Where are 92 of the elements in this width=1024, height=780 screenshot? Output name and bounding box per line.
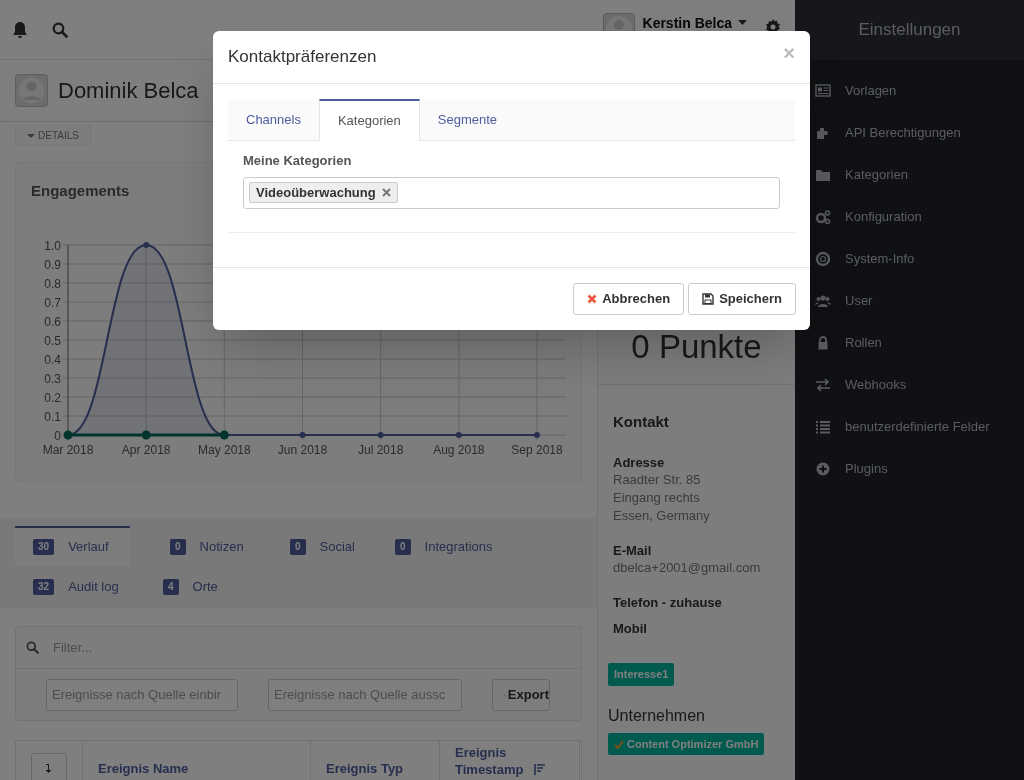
close-icon: [587, 293, 598, 304]
sidebar-item[interactable]: Konfiguration: [795, 196, 1024, 238]
bell-icon[interactable]: [12, 20, 28, 39]
cancel-button[interactable]: Abbrechen: [573, 282, 685, 315]
y-tick-label: 0.7: [44, 296, 61, 310]
save-button[interactable]: Speichern: [688, 282, 796, 315]
count-badge: 0: [395, 539, 411, 555]
checkmark-icon: [614, 739, 624, 749]
puzzle-icon: [815, 125, 831, 141]
card-title: Engagements: [31, 182, 130, 199]
field-label: Mobil: [613, 621, 648, 637]
section-title: Kontakt: [613, 411, 670, 432]
section-title: Unternehmen: [607, 705, 706, 726]
tab[interactable]: 4 Orte: [145, 566, 236, 606]
modal-title: Kontaktpräferenzen: [228, 46, 377, 69]
sidebar-item[interactable]: benutzerdefinierte Felder: [795, 406, 1024, 448]
category-select-field[interactable]: Videoüberwachung: [243, 176, 780, 209]
column-header[interactable]: Ereignis Timestamp: [455, 744, 530, 778]
y-tick-label: 0.3: [44, 372, 61, 386]
sidebar-title: Einstellungen: [858, 19, 961, 42]
count-badge: 0: [290, 539, 306, 555]
user-menu[interactable]: Kerstin Belca: [642, 15, 747, 44]
field-label: Meine Kategorien: [243, 152, 353, 170]
x-tick-label: Mar 2018: [42, 443, 94, 457]
tab[interactable]: 32 Audit log: [15, 566, 145, 606]
y-tick-label: 1.0: [44, 239, 61, 253]
lifebuoy-icon: [815, 251, 831, 267]
y-tick-label: 0.2: [44, 391, 61, 405]
x-tick-label: Sep 2018: [511, 443, 563, 457]
field-value: Eingang rechts: [613, 489, 701, 507]
sidebar-item[interactable]: Webhooks: [795, 364, 1024, 406]
company-badge: Content Optimizer GmbH: [608, 732, 765, 756]
column-header[interactable]: Ereignis Typ: [326, 761, 404, 776]
tab[interactable]: 0 Integrations: [377, 526, 517, 566]
tab[interactable]: Channels: [228, 99, 319, 140]
y-tick-label: 0.8: [44, 277, 61, 291]
sidebar-item[interactable]: Plugins: [795, 448, 1024, 490]
field-value: Raadter Str. 85: [613, 471, 702, 489]
sidebar-item[interactable]: API Berechtigungen: [795, 112, 1024, 154]
list-icon: [815, 419, 831, 435]
x-tick-label: Aug 2018: [433, 443, 485, 457]
count-badge: 32: [33, 579, 55, 595]
search-icon[interactable]: [52, 21, 68, 38]
column-header[interactable]: Ereignis Name: [98, 761, 189, 776]
users-icon: [815, 293, 831, 309]
arrow-down-icon: [45, 763, 53, 773]
tab[interactable]: Segmente: [419, 99, 516, 140]
sidebar-item[interactable]: Kategorien: [795, 154, 1024, 196]
plus-circle-icon: [815, 461, 831, 477]
remove-icon[interactable]: [381, 188, 391, 197]
sidebar-item[interactable]: Vorlagen: [795, 70, 1024, 112]
count-badge: 30: [33, 539, 55, 555]
tab[interactable]: 30 Verlauf: [15, 526, 130, 566]
tab[interactable]: 0 Notizen: [152, 526, 272, 566]
y-tick-label: 0.4: [44, 353, 61, 367]
sidebar-item[interactable]: Rollen: [795, 322, 1024, 364]
count-badge: 0: [170, 539, 186, 555]
cogs-icon: [815, 209, 831, 225]
sidebar-item[interactable]: User: [795, 280, 1024, 322]
x-tick-label: Jun 2018: [277, 443, 328, 457]
sort-toggle-button[interactable]: [31, 753, 67, 780]
tag-badge: Interesse1: [608, 663, 675, 686]
caret-icon: [27, 133, 36, 138]
sidebar-item[interactable]: System-Info: [795, 238, 1024, 280]
contact-name: Dominik Belca: [58, 77, 199, 105]
x-tick-label: May 2018: [198, 443, 251, 457]
field-value: Essen, Germany: [613, 507, 711, 525]
sort-icon: [534, 764, 545, 775]
x-tick-label: Apr 2018: [121, 443, 171, 457]
x-tick-label: Jul 2018: [358, 443, 404, 457]
count-badge: 4: [163, 579, 179, 595]
field-label: E-Mail: [613, 543, 653, 559]
field-value: dbelca+2001@gmail.com: [613, 559, 762, 577]
y-tick-label: 0.1: [44, 410, 61, 424]
export-button[interactable]: Export: [492, 678, 550, 711]
y-tick-label: 0.6: [44, 315, 61, 329]
y-tick-label: 0: [54, 429, 61, 443]
tab[interactable]: 0 Social: [272, 526, 377, 566]
exchange-icon: [815, 377, 831, 393]
field-label: Adresse: [613, 455, 666, 471]
contact-avatar-icon: [15, 74, 48, 107]
y-tick-label: 0.9: [44, 258, 61, 272]
newspaper-icon: [815, 83, 831, 99]
field-label: Telefon - zuhause: [613, 595, 723, 611]
tab[interactable]: Kategorien: [318, 99, 420, 141]
search-icon: [26, 641, 39, 654]
folder-icon: [815, 167, 831, 183]
details-button[interactable]: DETAILS: [15, 125, 91, 146]
y-tick-label: 0.5: [44, 334, 61, 348]
category-tag[interactable]: Videoüberwachung: [249, 182, 398, 203]
caret-icon: [738, 20, 747, 25]
close-button[interactable]: ×: [783, 43, 795, 63]
